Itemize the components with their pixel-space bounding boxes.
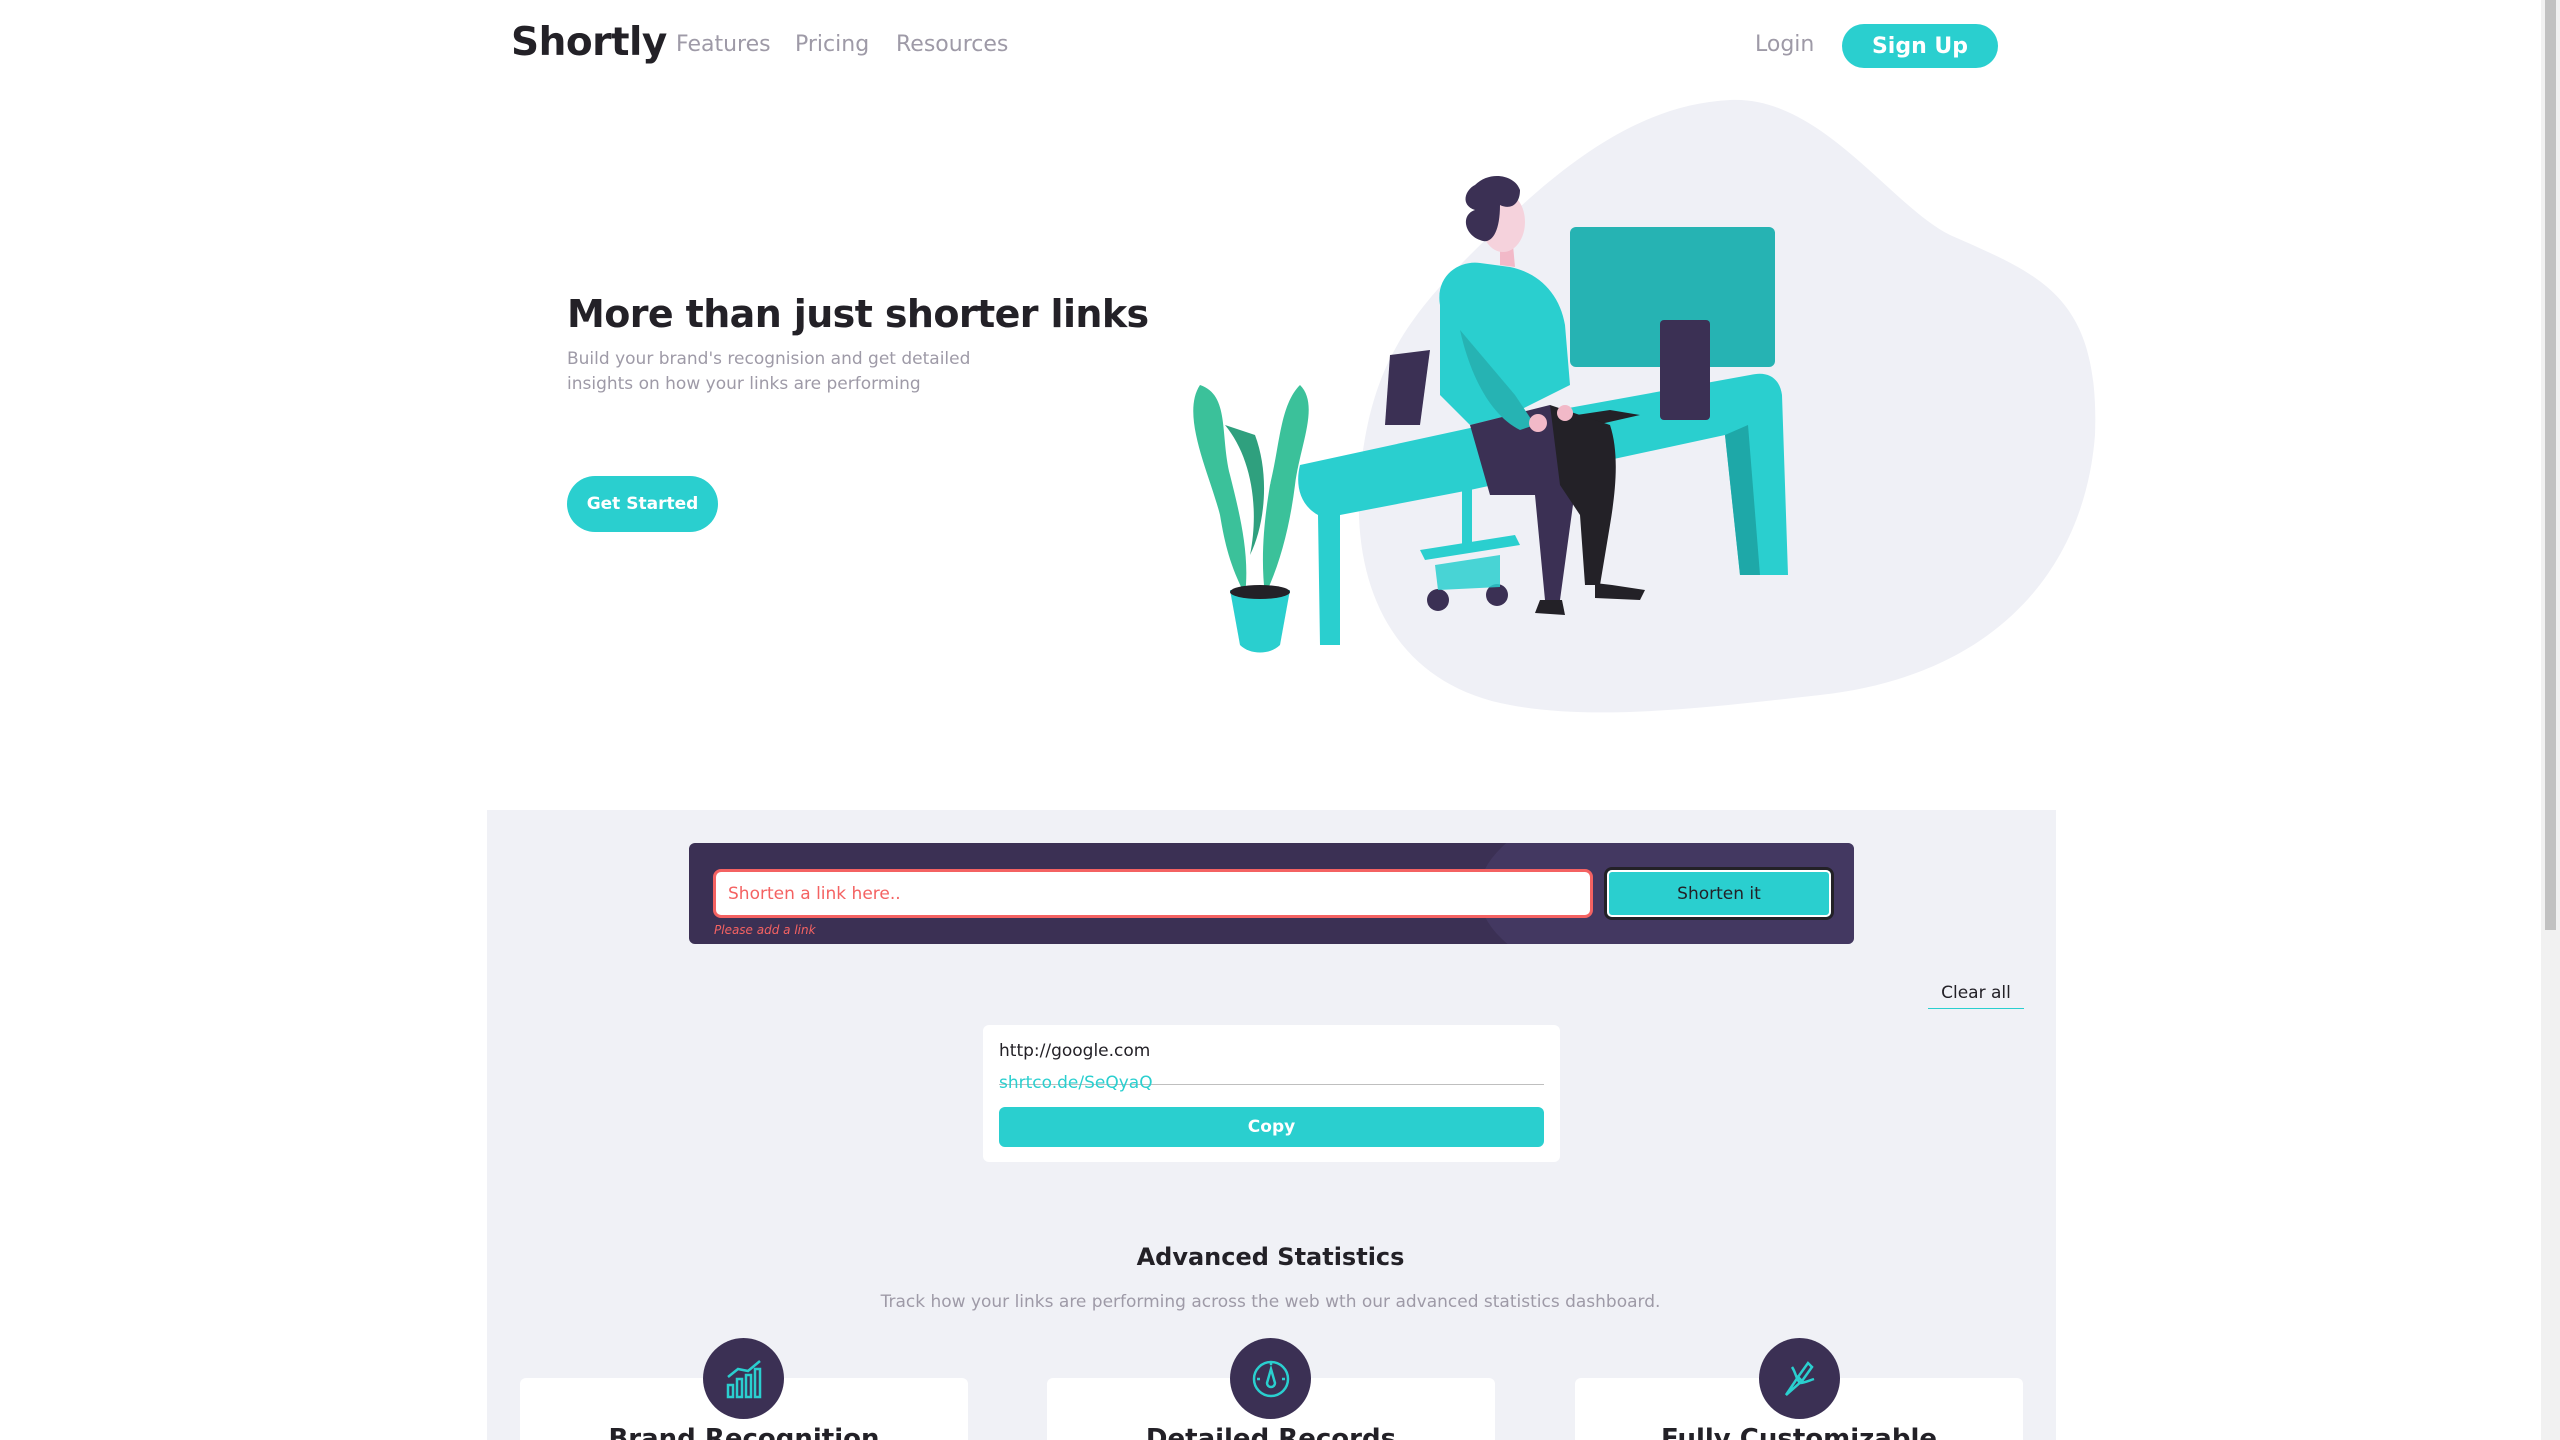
working-illustration [1193,99,2096,713]
top-navbar: Shortly Features Pricing Resources Login… [0,0,2541,92]
clear-all-button[interactable]: Clear all [1928,983,2024,1009]
brush-icon [1759,1338,1840,1419]
bar-chart-icon [703,1338,784,1419]
login-link[interactable]: Login [1755,32,1814,57]
scrollbar-thumb[interactable] [2545,0,2556,930]
shorten-button[interactable]: Shorten it [1604,867,1834,920]
copy-button[interactable]: Copy [999,1107,1544,1147]
error-message: Please add a link [714,923,816,937]
result-card: http://google.com shrtco.de/SeQyaQ Copy [983,1025,1560,1162]
url-input[interactable] [713,869,1593,918]
shorten-form: Shorten it Please add a link [689,843,1854,944]
feature-title: Brand Recognition [608,1424,880,1440]
nav-link-resources[interactable]: Resources [896,32,1008,57]
feature-title: Fully Customizable [1661,1424,1937,1440]
short-url[interactable]: shrtco.de/SeQyaQ [999,1073,1153,1093]
logo[interactable]: Shortly [511,20,667,65]
stats-title: Advanced Statistics [1136,1243,1405,1271]
hero-title: More than just shorter links [567,292,1149,336]
get-started-button[interactable]: Get Started [567,476,718,532]
plant [1193,385,1309,653]
signup-button[interactable]: Sign Up [1842,24,1998,68]
page-scrollbar[interactable] [2541,0,2560,1440]
nav-link-features[interactable]: Features [676,32,771,57]
stats-subtitle: Track how your links are performing acro… [880,1292,1661,1312]
hero-subtitle: Build your brand's recognision and get d… [567,349,971,394]
nav-link-pricing[interactable]: Pricing [795,32,869,57]
feature-title: Detailed Records [1145,1424,1397,1440]
gauge-icon [1230,1338,1311,1419]
